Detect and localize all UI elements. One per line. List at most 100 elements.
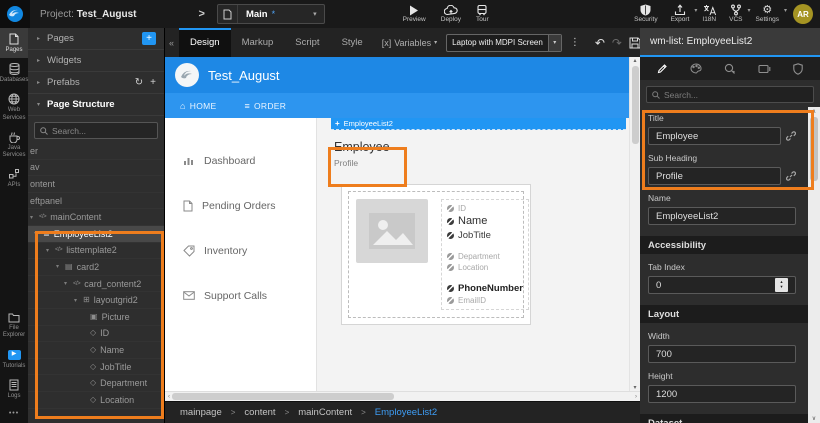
tree-item-card-content2[interactable]: ▾ </> card_content2 xyxy=(28,276,164,293)
section-dataset[interactable]: Dataset xyxy=(640,414,820,423)
section-layout[interactable]: Layout xyxy=(640,305,820,323)
sidebar-item-support-calls[interactable]: Support Calls xyxy=(165,273,316,318)
nav-home[interactable]: ⌂ HOME xyxy=(180,101,216,111)
sidebar-item-dashboard[interactable]: Dashboard xyxy=(165,138,316,183)
tab-markup[interactable]: Markup xyxy=(231,28,285,57)
wavemaker-logo[interactable] xyxy=(0,0,30,28)
tab-design[interactable]: Design xyxy=(179,28,231,57)
tree-item-leftpanel[interactable]: eftpanel xyxy=(28,193,164,210)
i18n-button[interactable]: I18N xyxy=(702,4,716,24)
scrollbar-thumb[interactable] xyxy=(172,393,394,400)
tree-item-employeelist2[interactable]: ▾ ≣ EmployeeList2 xyxy=(28,226,164,243)
undo-button[interactable]: ↶ xyxy=(595,36,605,50)
tab-security[interactable] xyxy=(793,63,803,75)
picture-placeholder[interactable] xyxy=(356,199,428,263)
structure-search-input[interactable]: Search... xyxy=(34,122,158,139)
vcs-button[interactable]: VCS ▾ xyxy=(729,4,742,24)
more-options-icon[interactable]: ⋮ xyxy=(570,37,581,48)
tree-item-jobtitle[interactable]: ◇ JobTitle xyxy=(28,359,164,376)
scroll-up-icon[interactable]: ∧ xyxy=(812,108,816,115)
tour-button[interactable]: Tour xyxy=(476,4,489,24)
scroll-up-icon[interactable]: ▴ xyxy=(633,57,636,64)
deploy-button[interactable]: Deploy xyxy=(441,4,461,24)
tab-properties[interactable] xyxy=(657,63,668,74)
tree-item-nav[interactable]: av xyxy=(28,160,164,177)
add-prefab-icon[interactable]: + xyxy=(150,78,156,88)
rail-item-databases[interactable]: Databases xyxy=(0,58,28,88)
width-input[interactable]: 700 xyxy=(648,345,796,363)
redo-button[interactable]: ↷ xyxy=(612,36,622,50)
section-pages[interactable]: ▸ Pages + xyxy=(28,28,164,50)
tree-item-id[interactable]: ◇ ID xyxy=(28,326,164,343)
tab-style[interactable]: Style xyxy=(331,28,374,57)
preview-button[interactable]: Preview xyxy=(403,4,426,24)
rail-item-java-services[interactable]: Java Services xyxy=(0,126,28,163)
canvas-horizontal-scrollbar[interactable]: ‹ › xyxy=(165,391,640,401)
project-expand-chevron[interactable]: > xyxy=(199,8,205,20)
stepper-arrows[interactable]: ▴▾ xyxy=(775,278,788,292)
tree-item-content[interactable]: ontent xyxy=(28,176,164,193)
rail-item-apis[interactable]: APIs xyxy=(0,163,28,193)
tab-index-stepper[interactable]: 0 ▴▾ xyxy=(648,276,796,294)
breadcrumb-employeelist2[interactable]: EmployeeList2 xyxy=(375,407,437,418)
height-input[interactable]: 1200 xyxy=(648,385,796,403)
rail-item-pages[interactable]: Pages xyxy=(0,28,28,58)
page-selector[interactable]: Main * ▾ xyxy=(217,4,325,24)
tree-item-layoutgrid2[interactable]: ▾ ⊞ layoutgrid2 xyxy=(28,292,164,309)
user-avatar[interactable]: AR xyxy=(793,4,813,24)
tree-item-maincontent[interactable]: ▾ </> mainContent xyxy=(28,209,164,226)
title-input[interactable]: Employee xyxy=(648,127,781,145)
breadcrumb-content[interactable]: content xyxy=(244,407,275,418)
tab-events[interactable] xyxy=(724,63,736,75)
field-jobtitle[interactable]: JobTitle xyxy=(447,229,523,242)
device-preview-select[interactable]: Laptop with MDPI Screen ▾ xyxy=(446,34,562,52)
field-name[interactable]: Name xyxy=(447,214,523,229)
add-page-button[interactable]: + xyxy=(142,32,156,45)
bind-link-icon[interactable] xyxy=(786,171,796,181)
section-page-structure[interactable]: ▾ Page Structure xyxy=(28,94,164,116)
rail-more-button[interactable]: ••• xyxy=(0,404,28,423)
nav-order[interactable]: ≡ ORDER xyxy=(244,101,286,111)
scroll-left-icon[interactable]: ‹ xyxy=(168,394,170,400)
field-phonenumber[interactable]: PhoneNumber xyxy=(447,282,523,295)
list-heading-block[interactable]: Employee Profile xyxy=(334,140,626,168)
field-department[interactable]: Department xyxy=(447,251,523,262)
variables-button[interactable]: [x] Variables ▾ xyxy=(382,38,437,48)
tree-item-picture[interactable]: ▣ Picture xyxy=(28,309,164,326)
collapse-left-icon[interactable]: « xyxy=(165,38,179,48)
subheading-input[interactable]: Profile xyxy=(648,167,781,185)
refresh-icon[interactable]: ↻ xyxy=(135,78,143,88)
field-location[interactable]: Location xyxy=(447,262,523,273)
field-id[interactable]: ID xyxy=(447,203,523,214)
selected-widget-tag[interactable]: + EmployeeList2 xyxy=(331,118,626,130)
sidebar-item-pending-orders[interactable]: Pending Orders xyxy=(165,183,316,228)
tab-script[interactable]: Script xyxy=(284,28,330,57)
tree-item-location[interactable]: ◇ Location xyxy=(28,392,164,409)
breadcrumb-maincontent[interactable]: mainContent xyxy=(298,407,352,418)
scrollbar-thumb[interactable] xyxy=(632,66,639,144)
rail-item-logs[interactable]: Logs xyxy=(0,374,28,404)
canvas-vertical-scrollbar[interactable]: ▴ ▾ xyxy=(629,57,640,391)
sidebar-item-inventory[interactable]: Inventory xyxy=(165,228,316,273)
security-button[interactable]: Security xyxy=(634,4,657,24)
rail-item-tutorials[interactable]: ▶ Tutorials xyxy=(0,344,28,374)
breadcrumb-mainpage[interactable]: mainpage xyxy=(180,407,222,418)
tab-device[interactable] xyxy=(758,64,771,74)
tree-item-department[interactable]: ◇ Department xyxy=(28,375,164,392)
section-prefabs[interactable]: ▸ Prefabs ↻ + xyxy=(28,72,164,94)
tree-item-name[interactable]: ◇ Name xyxy=(28,342,164,359)
section-widgets[interactable]: ▸ Widgets xyxy=(28,50,164,72)
name-input[interactable]: EmployeeList2 xyxy=(648,207,796,225)
tree-item-listtemplate2[interactable]: ▾ </> listtemplate2 xyxy=(28,243,164,260)
section-accessibility[interactable]: Accessibility xyxy=(640,236,820,254)
tree-item-card2[interactable]: ▾ ▤ card2 xyxy=(28,259,164,276)
properties-scrollbar[interactable]: ∧ ∨ xyxy=(808,107,820,423)
scrollbar-thumb[interactable] xyxy=(810,117,818,181)
properties-search-input[interactable]: Search... xyxy=(646,86,814,103)
list-item-template[interactable]: ID Name JobTitle Department Location Pho… xyxy=(348,191,524,318)
export-button[interactable]: Export ▾ xyxy=(671,4,690,24)
scroll-down-icon[interactable]: ∨ xyxy=(812,415,816,422)
tab-styles[interactable] xyxy=(690,63,702,74)
rail-item-file-explorer[interactable]: File Explorer xyxy=(0,306,28,343)
rail-item-web-services[interactable]: Web Services xyxy=(0,88,28,125)
